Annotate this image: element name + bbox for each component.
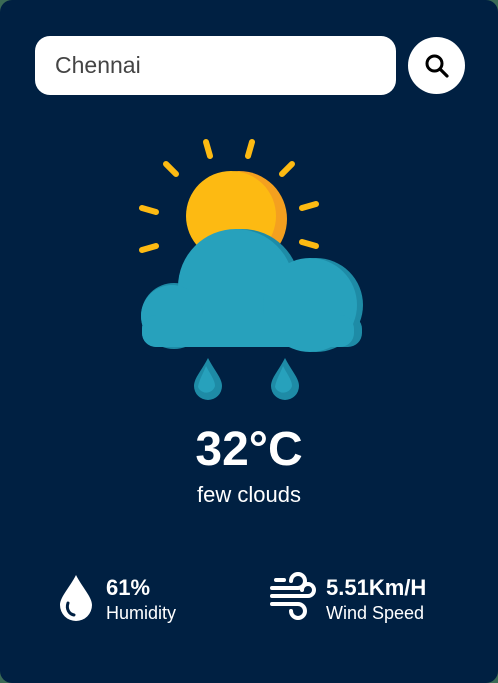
wind-icon [270, 572, 316, 620]
temperature-value: 32°C [195, 423, 303, 476]
wind-speed-value: 5.51Km/H [326, 575, 427, 600]
weather-condition: few clouds [197, 482, 301, 507]
weather-card: 32°C few clouds 61% Humidity 5.51Km/H Wi… [0, 0, 498, 683]
water-drop-icon [60, 575, 92, 621]
humidity-value: 61% [106, 575, 151, 600]
humidity-label: Humidity [106, 603, 177, 623]
search-icon [425, 54, 449, 78]
sun-cloud-rain-icon [139, 139, 363, 400]
search-button[interactable] [408, 37, 465, 94]
wind-speed-label: Wind Speed [326, 603, 425, 623]
city-search-input[interactable] [35, 36, 396, 95]
